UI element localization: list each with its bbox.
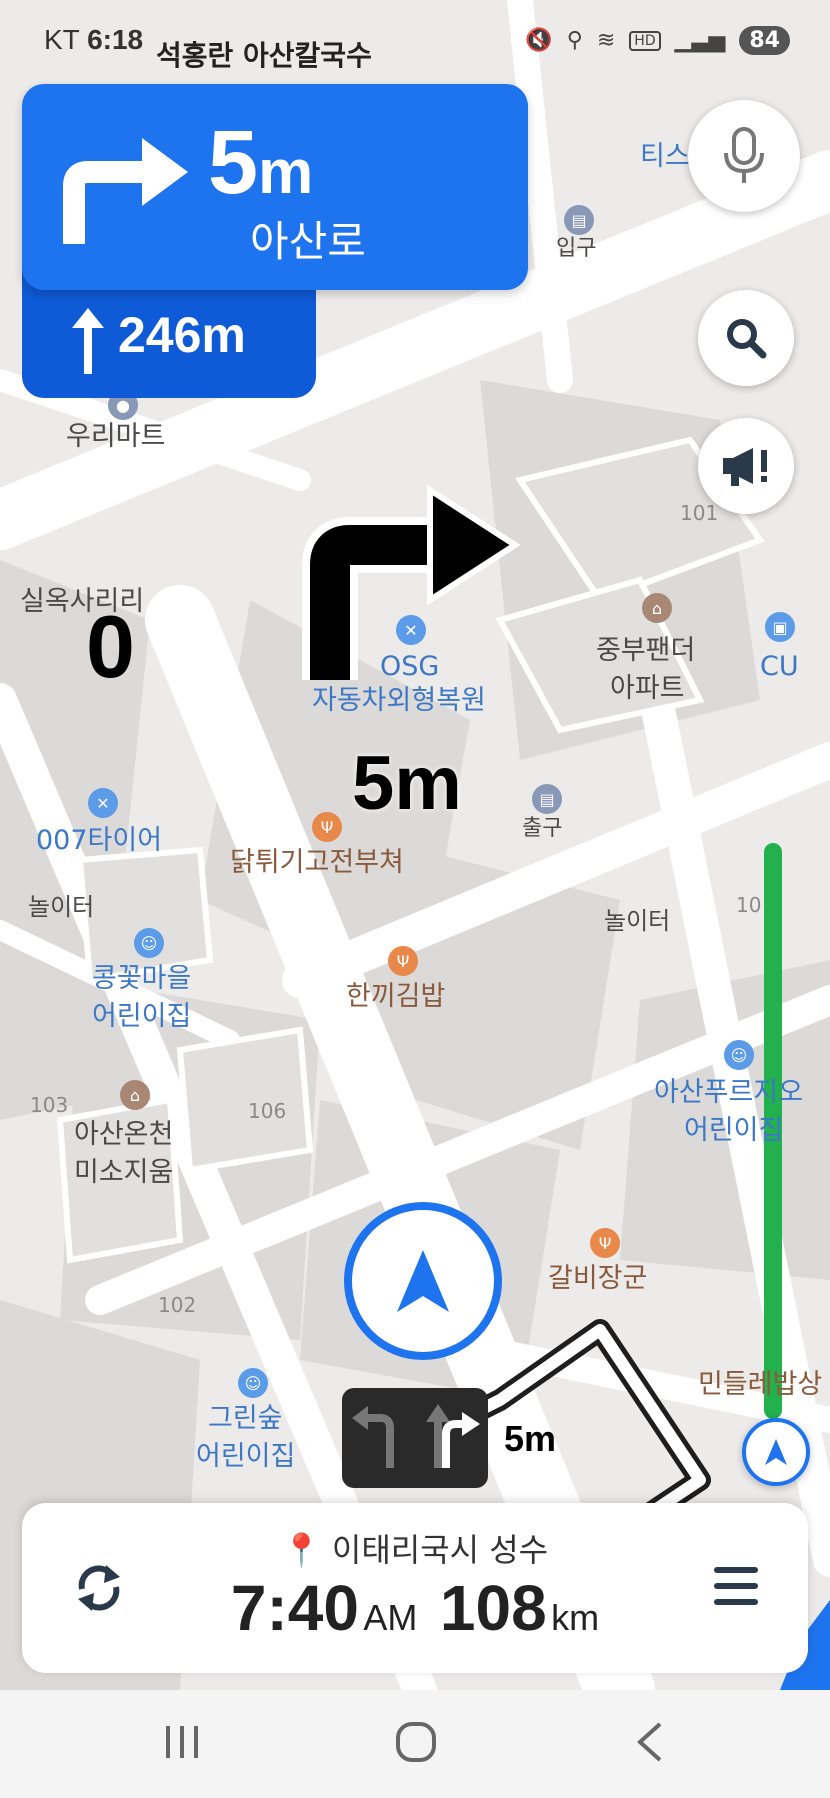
microphone-icon	[724, 127, 764, 183]
store-pin-icon: ▣	[765, 612, 795, 642]
building-103: 103	[30, 1093, 69, 1117]
restaurant-pin-icon: Ψ	[312, 812, 342, 842]
eta-time: 7:40	[230, 1572, 359, 1644]
status-left: KT 6:18	[44, 24, 143, 56]
kimbap-pin-icon: Ψ	[388, 946, 418, 976]
remaining-unit: km	[551, 1597, 600, 1638]
search-icon	[727, 319, 767, 359]
location-icon: ⚲	[566, 28, 583, 53]
kindergarten-pin-icon-3: ☺	[238, 1368, 268, 1398]
poi-galbi[interactable]: 갈비장군	[548, 1262, 647, 1296]
entrance-pin-icon: ▤	[564, 205, 594, 235]
location-arrow-icon-small	[765, 1439, 787, 1465]
poi-woori-mart[interactable]: 우리마트	[66, 420, 165, 454]
lane-arrows-icon	[352, 1404, 480, 1468]
menu-icon[interactable]	[712, 1565, 760, 1607]
back-icon[interactable]	[630, 1718, 670, 1766]
exit-pin-icon: ▤	[532, 784, 562, 814]
trip-summary-panel: 📍 이태리국시 성수 7:40 AM 108 km	[22, 1503, 808, 1673]
turn-street-name: 아산로	[250, 217, 366, 266]
lane-distance: 5m	[504, 1418, 557, 1459]
progress-location-marker	[742, 1418, 810, 1486]
building-10: 10	[736, 893, 762, 917]
turn-distance-value: 5	[208, 113, 259, 213]
clock: 6:18	[87, 24, 144, 55]
poi-tire[interactable]: 007타이어	[36, 824, 162, 858]
next-turn-distance: 246m	[118, 307, 246, 363]
building-106: 106	[248, 1099, 287, 1123]
poi-osg-sub: 자동차외형복원	[312, 685, 486, 716]
kindergarten-pin-icon: ☺	[134, 928, 164, 958]
poi-cu[interactable]: CU	[760, 650, 799, 684]
building-102: 102	[158, 1293, 197, 1317]
poi-chicken[interactable]: 닭튀기고전부쳐	[230, 846, 404, 880]
poi-jungbu[interactable]: 중부팬더	[596, 634, 695, 668]
galbi-pin-icon: Ψ	[590, 1228, 620, 1258]
status-icons: 🔇 ⚲ ≋ HD ▁▃▅ 84	[525, 26, 790, 55]
eta-row: 7:40 AM 108 km	[22, 1571, 808, 1645]
turn-distance-unit: m	[258, 138, 314, 207]
apartment-pin-icon-2: ⌂	[120, 1080, 150, 1110]
speed-overlay: 0	[86, 597, 135, 696]
straight-arrow-icon	[72, 308, 104, 374]
poi-entrance: 입구	[556, 236, 597, 261]
home-icon[interactable]	[392, 1718, 440, 1766]
notification-text: 석홍란 아산칼국수	[156, 39, 372, 72]
wifi-icon: ≋	[596, 28, 616, 53]
kindergarten-pin-icon-2: ☺	[724, 1040, 754, 1070]
apartment-pin-icon: ⌂	[642, 593, 672, 623]
turn-card[interactable]: 5m 아산로	[22, 84, 528, 290]
poi-playground-1: 놀이터	[28, 893, 95, 921]
tire-pin-icon: ✕	[88, 788, 118, 818]
distance-overlay: 5m	[352, 741, 462, 826]
turn-distance: 5m	[208, 118, 313, 208]
poi-kongkkot[interactable]: 콩꽃마을	[92, 962, 191, 996]
poi-jungbu-sub: 아파트	[610, 673, 685, 704]
location-arrow-icon	[397, 1250, 449, 1312]
lane-guidance	[342, 1388, 488, 1488]
megaphone-icon	[723, 448, 767, 486]
repair-pin-icon: ✕	[396, 615, 426, 645]
poi-playground-2: 놀이터	[604, 907, 671, 935]
carrier: KT	[44, 24, 80, 55]
poi-asan-oncheon[interactable]: 아산온천	[74, 1118, 173, 1152]
destination[interactable]: 📍 이태리국시 성수	[22, 1525, 808, 1571]
battery-indicator: 84	[739, 26, 790, 55]
search-button[interactable]	[698, 290, 794, 386]
poi-tis[interactable]: 티스	[640, 140, 690, 174]
recent-apps-icon[interactable]	[160, 1720, 204, 1764]
destination-pin-icon: 📍	[281, 1531, 322, 1569]
poi-kimbap[interactable]: 한끼김밥	[346, 980, 445, 1014]
poi-asan-portfolio-sub: 어린이집	[684, 1115, 784, 1146]
poi-green-sub: 어린이집	[196, 1441, 296, 1472]
system-nav-bar	[0, 1690, 830, 1798]
hd-icon: HD	[629, 30, 661, 51]
poi-kongkkot-sub: 어린이집	[92, 1001, 192, 1032]
recenter-button[interactable]	[344, 1202, 502, 1360]
poi-green[interactable]: 그린숲	[208, 1402, 283, 1436]
remaining-distance: 108	[439, 1572, 547, 1644]
poi-osg[interactable]: OSG	[380, 650, 439, 684]
mute-icon: 🔇	[525, 28, 553, 53]
status-bar: KT 6:18 석홍란 아산칼국수 🔇 ⚲ ≋ HD ▁▃▅ 84	[0, 0, 830, 80]
eta-ampm: AM	[363, 1597, 418, 1638]
turn-right-icon	[63, 138, 188, 244]
poi-mindeul[interactable]: 민들레밥상	[698, 1368, 822, 1402]
destination-name: 이태리국시 성수	[331, 1531, 549, 1569]
poi-asan-oncheon-sub: 미소지움	[74, 1157, 174, 1188]
signal-icon: ▁▃▅	[674, 28, 726, 53]
report-button[interactable]	[698, 418, 794, 514]
voice-button[interactable]	[688, 100, 800, 212]
poi-exit: 출구	[522, 816, 563, 841]
poi-asan-portfolio[interactable]: 아산푸르지오	[654, 1076, 803, 1110]
